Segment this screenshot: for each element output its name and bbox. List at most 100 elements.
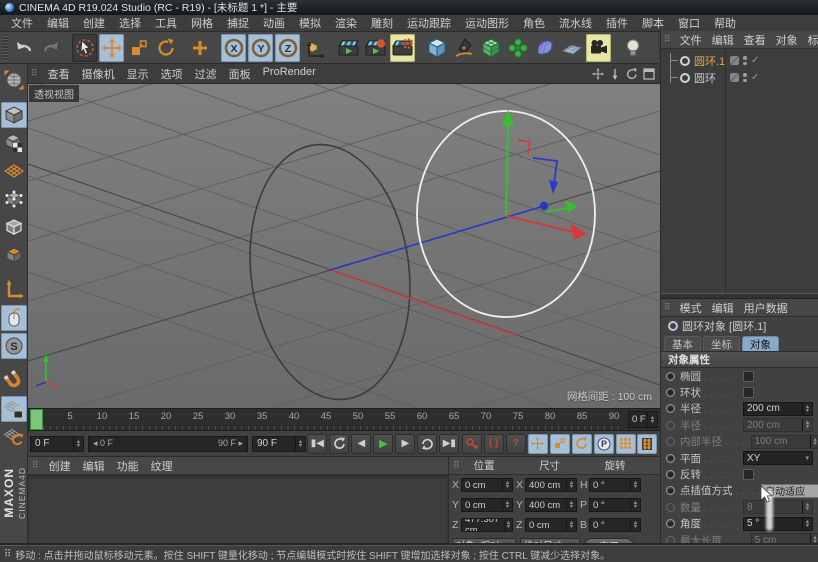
- layer-tag-icon[interactable]: [730, 56, 739, 65]
- menu-item[interactable]: 流水线: [552, 15, 599, 31]
- panel-handle-icon[interactable]: ⠿: [32, 460, 39, 471]
- record-position-toggle[interactable]: [527, 433, 548, 454]
- circle-spline-icon[interactable]: [680, 55, 690, 66]
- subdivision-surface-button[interactable]: [478, 34, 503, 62]
- play-button[interactable]: ▶: [373, 433, 394, 454]
- panel-handle-icon[interactable]: ⠿: [664, 302, 671, 313]
- position-x-field[interactable]: 0 cm ▲ ▼: [461, 478, 513, 492]
- range-end-field[interactable]: 90 F ▲ ▼: [252, 435, 306, 452]
- scale-tool-button[interactable]: [126, 34, 151, 62]
- keyframe-circle-icon[interactable]: [666, 486, 675, 496]
- play-reverse-button[interactable]: [329, 433, 350, 454]
- soft-selection-button[interactable]: S: [0, 333, 27, 359]
- spinner-icon[interactable]: ▲ ▼: [647, 412, 657, 427]
- enabled-check-icon[interactable]: ✓: [751, 55, 759, 66]
- menu-item[interactable]: 动画: [256, 15, 292, 31]
- menu-item[interactable]: 编辑: [40, 15, 76, 31]
- goto-start-button[interactable]: ▮◀: [307, 433, 328, 454]
- record-parameter-toggle[interactable]: P: [593, 433, 614, 454]
- deformer-button[interactable]: [532, 34, 557, 62]
- rotate-tool-button[interactable]: [153, 34, 178, 62]
- axis-mode-button[interactable]: [1, 277, 27, 303]
- live-selection-button[interactable]: [72, 33, 97, 62]
- object-row[interactable]: 圆环 ✓: [661, 69, 818, 86]
- viewport-canvas[interactable]: 透视视图 网格间距 : 100 cm: [28, 84, 660, 408]
- viewport-solo-button[interactable]: [0, 305, 27, 331]
- size-y-field[interactable]: 400 cm ▲ ▼: [525, 498, 577, 512]
- visibility-dots-icon[interactable]: [743, 56, 747, 65]
- layer-tag-icon[interactable]: [730, 73, 739, 82]
- menu-item[interactable]: 窗口: [671, 15, 707, 31]
- record-keyframe-button[interactable]: [461, 433, 482, 454]
- rotation-p-field[interactable]: 0 ° ▲ ▼: [589, 498, 641, 512]
- material-menu-item[interactable]: 功能: [111, 457, 145, 475]
- circle-spline-icon[interactable]: [680, 72, 690, 83]
- object-manager-menu-item[interactable]: 查看: [739, 31, 771, 48]
- attribute-menu-item[interactable]: 用户数据: [739, 299, 793, 316]
- object-name[interactable]: 圆环.1: [694, 53, 725, 69]
- menu-item[interactable]: 雕刻: [364, 15, 400, 31]
- keyframe-circle-icon[interactable]: [666, 453, 675, 463]
- make-editable-button[interactable]: [1, 67, 27, 93]
- record-pla-toggle[interactable]: [615, 433, 636, 454]
- texture-mode-button[interactable]: [1, 130, 27, 156]
- viewport-menu-item[interactable]: 查看: [42, 65, 76, 83]
- timeline-ruler[interactable]: 0 5 10 15 20 25 30 35 40 45 50 55 60 65 70 75 80 85 90 0 F…: [28, 408, 660, 431]
- tab-basic[interactable]: 基本: [664, 336, 701, 351]
- record-rotation-toggle[interactable]: [571, 433, 592, 454]
- material-list-empty[interactable]: [28, 475, 448, 545]
- menu-item[interactable]: 帮助: [707, 15, 743, 31]
- model-mode-button[interactable]: [0, 102, 27, 128]
- object-manager-menu-item[interactable]: 标签: [803, 31, 818, 48]
- menu-item[interactable]: 运动图形: [458, 15, 516, 31]
- title-bar[interactable]: CINEMA 4D R19.024 Studio (RC - R19) - [未…: [0, 0, 818, 15]
- toggle-view-icon[interactable]: [642, 67, 656, 81]
- edges-mode-button[interactable]: [1, 214, 27, 240]
- ring-checkbox[interactable]: [743, 387, 754, 399]
- render-view-button[interactable]: [336, 34, 361, 62]
- menu-item[interactable]: 网格: [184, 15, 220, 31]
- ellipse-checkbox[interactable]: [743, 370, 754, 382]
- keyframe-circle-icon[interactable]: [666, 388, 675, 398]
- lock-y-axis-button[interactable]: Y: [248, 33, 273, 62]
- size-z-field[interactable]: 0 cm ▲ ▼: [525, 518, 577, 532]
- menu-item[interactable]: 捕捉: [220, 15, 256, 31]
- menu-item[interactable]: 创建: [76, 15, 112, 31]
- record-scale-toggle[interactable]: [549, 433, 570, 454]
- object-manager-menu-item[interactable]: 文件: [675, 31, 707, 48]
- spinner-icon[interactable]: ▲ ▼: [73, 436, 83, 451]
- menu-item[interactable]: 选择: [112, 15, 148, 31]
- visibility-dots-icon[interactable]: [743, 73, 747, 82]
- view-label[interactable]: 透视视图: [29, 85, 79, 102]
- mograph-cloner-button[interactable]: [505, 34, 530, 62]
- add-primitive-button[interactable]: [424, 34, 449, 62]
- coordinate-system-button[interactable]: [302, 34, 327, 62]
- object-properties-header[interactable]: 对象属性: [661, 352, 818, 368]
- menu-item[interactable]: 工具: [148, 15, 184, 31]
- lock-x-axis-button[interactable]: X: [221, 33, 246, 62]
- workplane-lock-button[interactable]: [0, 396, 27, 422]
- viewport-menu-item[interactable]: ProRender: [257, 65, 322, 83]
- material-menu-item[interactable]: 编辑: [77, 457, 111, 475]
- add-spline-button[interactable]: [451, 34, 476, 62]
- viewport-menu-item[interactable]: 面板: [223, 65, 257, 83]
- keyframe-circle-icon[interactable]: [666, 519, 675, 529]
- menu-item[interactable]: 文件: [4, 15, 40, 31]
- position-y-field[interactable]: 0 cm ▲ ▼: [461, 498, 513, 512]
- plane-dropdown[interactable]: XY ▾: [743, 451, 813, 466]
- redo-button[interactable]: [38, 34, 63, 62]
- tab-coordinates[interactable]: 坐标: [703, 336, 740, 351]
- keyframe-circle-icon[interactable]: [666, 404, 675, 414]
- angle-field[interactable]: 5 ° ▲ ▼: [743, 516, 813, 531]
- spinner-icon[interactable]: ▲ ▼: [295, 436, 305, 451]
- undo-button[interactable]: [11, 34, 36, 62]
- frame-range-slider[interactable]: ◂ 0 F 90 F ▸: [88, 435, 248, 452]
- enabled-check-icon[interactable]: ✓: [751, 72, 759, 83]
- menu-item[interactable]: 运动跟踪: [400, 15, 458, 31]
- keyframe-selection-button[interactable]: ?: [505, 433, 526, 454]
- lock-z-axis-button[interactable]: Z: [275, 33, 300, 62]
- tab-object[interactable]: 对象: [742, 336, 779, 351]
- menu-item[interactable]: 插件: [599, 15, 635, 31]
- pan-view-icon[interactable]: [591, 67, 605, 81]
- toolbar-grip[interactable]: [2, 34, 8, 61]
